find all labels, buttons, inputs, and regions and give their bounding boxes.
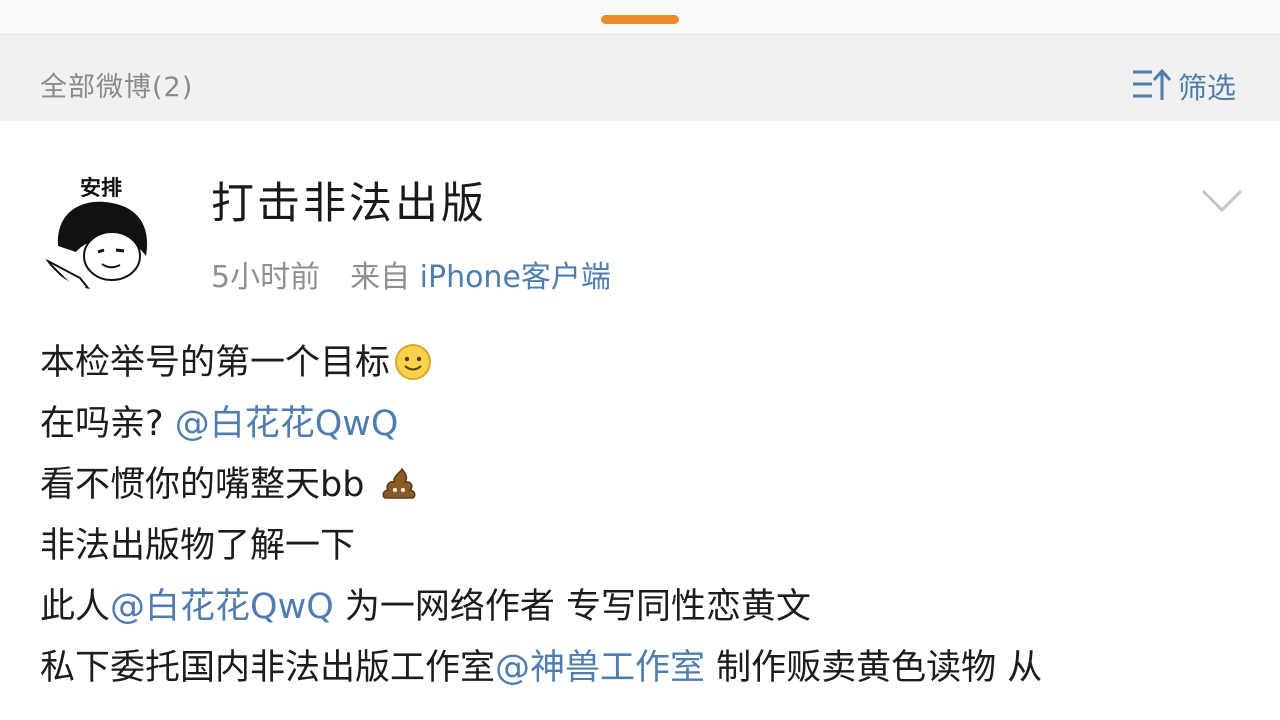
mention-link[interactable]: @白花花QwQ	[175, 404, 399, 444]
post-source-link[interactable]: iPhone客户端	[420, 260, 611, 295]
poop-emoji	[380, 462, 418, 523]
filter-sort-icon	[1130, 66, 1176, 106]
mention-link[interactable]: @神兽工作室	[495, 648, 705, 688]
post-menu-button[interactable]	[1197, 183, 1247, 219]
post-line-text: 私下委托国内非法出版工作室	[40, 648, 496, 688]
post-author-name[interactable]: 打击非法出版	[211, 175, 487, 233]
post-line: 在吗亲? @白花花QwQ	[40, 394, 1250, 455]
chevron-down-icon	[1201, 189, 1243, 213]
post-time: 5小时前	[211, 260, 321, 295]
avatar[interactable]: 安排	[36, 160, 166, 290]
all-posts-count: 全部微博(2)	[40, 72, 194, 103]
post-line: 私下委托国内非法出版工作室@神兽工作室 制作贩卖黄色读物 从	[40, 638, 1250, 699]
post-line-text: 看不惯你的嘴整天bb	[40, 465, 376, 505]
tab-bar	[0, 0, 1280, 35]
post-line: 看不惯你的嘴整天bb	[40, 455, 1250, 516]
filter-button[interactable]: 筛选	[1130, 62, 1236, 110]
filter-label: 筛选	[1178, 71, 1237, 105]
post-source-prefix: 来自	[350, 260, 411, 295]
post-meta: 5小时前 来自 iPhone客户端	[211, 256, 611, 300]
post-line-text: 本检举号的第一个目标	[40, 343, 391, 383]
avatar-caption: 安排	[80, 176, 122, 200]
smile-emoji	[394, 340, 432, 401]
post-line: 非法出版物了解一下	[40, 516, 1250, 577]
post-body: 本检举号的第一个目标 在吗亲? @白花花QwQ 看不惯你的嘴整天bb 非法出版物…	[40, 333, 1250, 699]
post-line: 此人@白花花QwQ 为一网络作者 专写同性恋黄文	[40, 577, 1250, 638]
post-line-text: 为一网络作者 专写同性恋黄文	[333, 587, 812, 627]
weibo-post-screen: 全部微博(2) 筛选 安排 打击非法出版 5小时前 来自 iPhone客户端 本…	[0, 0, 1280, 720]
active-tab-indicator	[601, 15, 679, 24]
post-line: 本检举号的第一个目标	[40, 333, 1250, 394]
post-line-text: 在吗亲?	[40, 404, 175, 444]
mention-link[interactable]: @白花花QwQ	[110, 587, 334, 627]
post-line-text: 制作贩卖黄色读物 从	[705, 648, 1043, 688]
post-line-text: 此人	[40, 587, 111, 627]
post-line-text: 非法出版物了解一下	[40, 526, 356, 566]
